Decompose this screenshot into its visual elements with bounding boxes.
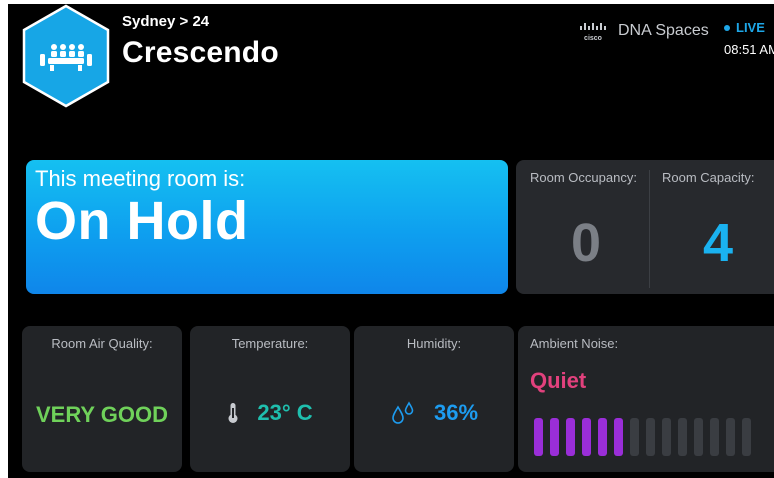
noise-level-bar bbox=[662, 418, 671, 456]
noise-level-bar bbox=[550, 418, 559, 456]
cisco-logo-text: cisco bbox=[584, 35, 602, 42]
cisco-logo-icon: cisco bbox=[580, 23, 606, 42]
occupancy-divider bbox=[649, 170, 650, 288]
location-breadcrumb: Sydney > 24 bbox=[122, 13, 210, 30]
room-name-title: Crescendo bbox=[122, 36, 279, 69]
noise-level-bar bbox=[614, 418, 623, 456]
water-drops-icon bbox=[392, 401, 414, 424]
thermometer-icon bbox=[228, 403, 238, 423]
noise-level-bar bbox=[534, 418, 543, 456]
current-time: 08:51 AM bbox=[724, 42, 774, 57]
live-dot-icon bbox=[724, 24, 730, 31]
humidity-label: Humidity: bbox=[406, 336, 462, 351]
status-value: On Hold bbox=[35, 191, 249, 251]
noise-level-bar bbox=[694, 418, 703, 456]
ambient-noise-card: Ambient Noise: Quiet bbox=[518, 326, 774, 472]
noise-level-meter bbox=[534, 418, 751, 456]
capacity-value: 4 bbox=[702, 213, 734, 273]
temperature-value: 23° C bbox=[257, 400, 313, 425]
ambient-noise-label: Ambient Noise: bbox=[530, 336, 619, 351]
occupancy-value: 0 bbox=[570, 213, 602, 273]
noise-level-bar bbox=[630, 418, 639, 456]
humidity-row: 36% bbox=[354, 400, 514, 426]
capacity-label: Room Capacity: bbox=[662, 170, 755, 185]
noise-level-bar bbox=[726, 418, 735, 456]
air-quality-card: Room Air Quality: VERY GOOD bbox=[22, 326, 182, 472]
noise-level-bar bbox=[710, 418, 719, 456]
occupancy-label: Room Occupancy: bbox=[530, 170, 637, 185]
status-caption: This meeting room is: bbox=[35, 166, 246, 191]
humidity-card: Humidity: 36% bbox=[354, 326, 514, 472]
meeting-room-hexagon-icon bbox=[22, 4, 110, 108]
room-display-screen: Sydney > 24 Crescendo cisco DNA Spaces L… bbox=[8, 4, 774, 478]
occupancy-card: Room Occupancy: Room Capacity: 0 4 bbox=[516, 160, 774, 294]
noise-level-bar bbox=[582, 418, 591, 456]
live-label: LIVE bbox=[736, 20, 765, 35]
air-quality-value: VERY GOOD bbox=[35, 402, 169, 427]
temperature-row: 23° C bbox=[190, 400, 350, 426]
noise-level-bar bbox=[646, 418, 655, 456]
room-status-card: This meeting room is: On Hold bbox=[26, 160, 508, 294]
noise-level-bar bbox=[678, 418, 687, 456]
ambient-noise-value: Quiet bbox=[530, 368, 587, 393]
brand-area: cisco DNA Spaces bbox=[578, 20, 709, 42]
temperature-label: Temperature: bbox=[231, 336, 309, 351]
brand-name: DNA Spaces bbox=[618, 22, 709, 39]
live-indicator: LIVE bbox=[724, 20, 765, 35]
noise-level-bar bbox=[742, 418, 751, 456]
noise-level-bar bbox=[598, 418, 607, 456]
noise-level-bar bbox=[566, 418, 575, 456]
humidity-value: 36% bbox=[433, 400, 479, 425]
temperature-card: Temperature: 23° C bbox=[190, 326, 350, 472]
air-quality-label: Room Air Quality: bbox=[51, 336, 153, 351]
